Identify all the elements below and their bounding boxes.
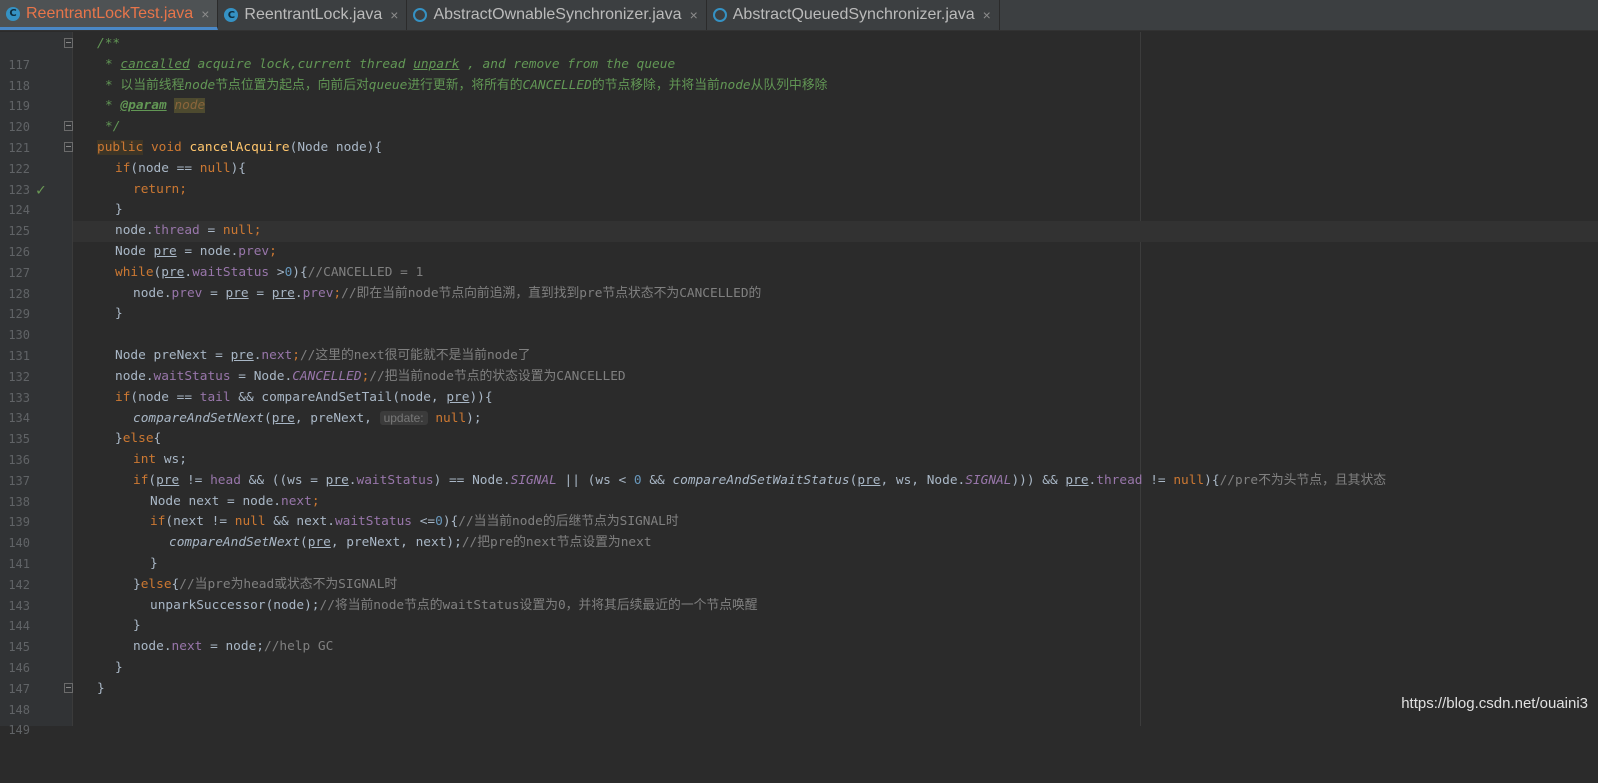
code-line: 120 * @param node: [0, 96, 1598, 134]
code-line: 118 * cancalled acquire lock,current thr…: [0, 55, 1598, 93]
abstract-class-icon: [413, 8, 428, 22]
code-text: * 以当前线程node节点位置为起点，向前后对queue进行更新，将所有的CAN…: [105, 77, 828, 93]
code-line-current: 126 node.thread = null;: [0, 221, 1598, 259]
code-text: while(pre.waitStatus >0){//CANCELLED = 1: [115, 264, 424, 280]
tab-label: ReentrantLockTest.java: [26, 4, 194, 22]
code-text: Node preNext = pre.next;//这里的next很可能就不是当…: [115, 348, 531, 363]
tab-abstractownablesynchronizer[interactable]: AbstractOwnableSynchronizer.java ×: [407, 0, 707, 30]
class-icon: C: [224, 8, 239, 22]
fold-marker-icon[interactable]: [64, 121, 73, 132]
abstract-class-icon: [712, 8, 727, 22]
tab-abstractqueuedsynchronizer[interactable]: AbstractQueuedSynchronizer.java ×: [707, 0, 1000, 30]
tab-label: ReentrantLock.java: [244, 6, 383, 23]
code-line: 134 if(node == tail && compareAndSetTail…: [0, 388, 1598, 426]
code-line: 129 node.prev = pre = pre.prev;//即在当前nod…: [0, 284, 1598, 322]
code-line: 122 ✓ public void cancelAcquire(Node nod…: [0, 138, 1598, 199]
code-line: 137 int ws;: [0, 450, 1598, 488]
code-text: node.next = node;//help GC: [133, 639, 334, 655]
code-text: return;: [133, 181, 187, 197]
code-text: }: [115, 202, 123, 218]
code-text: int ws;: [133, 452, 187, 467]
tab-reentrantlocktest[interactable]: C ReentrantLockTest.java ×: [0, 0, 219, 30]
code-line: 147 }: [0, 658, 1598, 696]
tab-label: AbstractOwnableSynchronizer.java: [433, 6, 682, 23]
code-line: 133 node.waitStatus = Node.CANCELLED;//把…: [0, 367, 1598, 405]
code-text: }: [133, 618, 141, 634]
code-text: if(next != null && next.waitStatus <=0){…: [150, 514, 679, 530]
close-icon[interactable]: ×: [201, 6, 209, 22]
code-text: if(pre != head && ((ws = pre.waitStatus)…: [133, 472, 1387, 488]
code-line: 145 }: [0, 616, 1598, 654]
editor-tab-bar: C ReentrantLockTest.java × C ReentrantLo…: [0, 0, 1598, 31]
close-icon[interactable]: ×: [983, 7, 991, 23]
code-text: Node next = node.next;: [150, 493, 320, 509]
fold-marker-icon[interactable]: [64, 682, 73, 693]
code-text: }else{: [115, 431, 162, 447]
parameter-hint: update:: [379, 411, 428, 426]
code-text: }else{//当pre为head或状态不为SIGNAL时: [133, 576, 398, 592]
code-text: unparkSuccessor(node);//将当前node节点的waitSt…: [150, 597, 758, 613]
code-line: 123 if(node == null){: [0, 159, 1598, 197]
code-text: * @param node: [105, 98, 206, 114]
code-text: }: [115, 306, 123, 322]
code-line: 119 * 以当前线程node节点位置为起点，向前后对queue进行更新，将所有…: [0, 76, 1598, 114]
code-line: 130 }: [0, 304, 1598, 342]
code-text: }: [115, 660, 123, 675]
code-line: 136 }else{: [0, 429, 1598, 467]
class-icon: C: [6, 6, 20, 21]
code-line: 125 }: [0, 200, 1598, 238]
code-line: 117 /**: [0, 34, 1598, 72]
code-text: public void cancelAcquire(Node node){: [97, 140, 383, 155]
code-text: compareAndSetNext(pre, preNext, next);//…: [169, 535, 652, 551]
code-line: 144 unparkSuccessor(node);//将当前node节点的wa…: [0, 596, 1598, 634]
code-line: 127 Node pre = node.prev;: [0, 242, 1598, 280]
watermark: https://blog.csdn.net/ouaini3: [1401, 695, 1588, 712]
fold-marker-icon[interactable]: [64, 142, 73, 152]
fold-marker-icon[interactable]: [64, 38, 73, 48]
code-text: node.waitStatus = Node.CANCELLED;//把当前no…: [115, 368, 626, 384]
code-line: 142 }: [0, 554, 1598, 592]
code-text: * cancalled acquire lock,current thread …: [105, 56, 676, 72]
code-line: 132 Node preNext = pre.next;//这里的next很可能…: [0, 346, 1598, 384]
code-line: 128 while(pre.waitStatus >0){//CANCELLED…: [0, 263, 1598, 301]
code-line: 131: [0, 325, 1598, 363]
code-editor[interactable]: 117 /** 118 * cancalled acquire lock,cur…: [0, 32, 1598, 737]
code-text: node.prev = pre = pre.prev;//即在当前node节点向…: [133, 285, 762, 301]
code-line: 121 */: [0, 117, 1598, 155]
code-line: 149: [0, 700, 1598, 737]
tab-reentrantlock[interactable]: C ReentrantLock.java ×: [218, 0, 408, 30]
code-line: 143 }else{//当pre为head或状态不为SIGNAL时: [0, 575, 1598, 613]
code-text: /**: [97, 36, 121, 51]
code-text: compareAndSetNext(pre, preNext, update: …: [133, 411, 482, 427]
code-line: 148 }: [0, 679, 1598, 717]
code-text: }: [150, 556, 158, 571]
code-line: 141 compareAndSetNext(pre, preNext, next…: [0, 533, 1598, 571]
code-line: 124 return;: [0, 180, 1598, 218]
close-icon[interactable]: ×: [690, 7, 698, 23]
code-text: if(node == null){: [115, 160, 247, 176]
code-line: 139 Node next = node.next;: [0, 492, 1598, 530]
tab-label: AbstractQueuedSynchronizer.java: [732, 6, 975, 23]
code-line: 140 if(next != null && next.waitStatus <…: [0, 512, 1598, 550]
code-text: Node pre = node.prev;: [115, 244, 277, 259]
code-text: if(node == tail && compareAndSetTail(nod…: [115, 389, 493, 405]
line-number: 149: [8, 723, 30, 738]
close-icon[interactable]: ×: [390, 7, 398, 23]
code-text: }: [97, 680, 105, 696]
code-line: 135 compareAndSetNext(pre, preNext, upda…: [0, 408, 1598, 446]
code-line: 138 if(pre != head && ((ws = pre.waitSta…: [0, 471, 1598, 509]
code-text: */: [105, 119, 121, 135]
code-text: node.thread = null;: [115, 223, 262, 239]
code-line: 146 node.next = node;//help GC: [0, 637, 1598, 675]
